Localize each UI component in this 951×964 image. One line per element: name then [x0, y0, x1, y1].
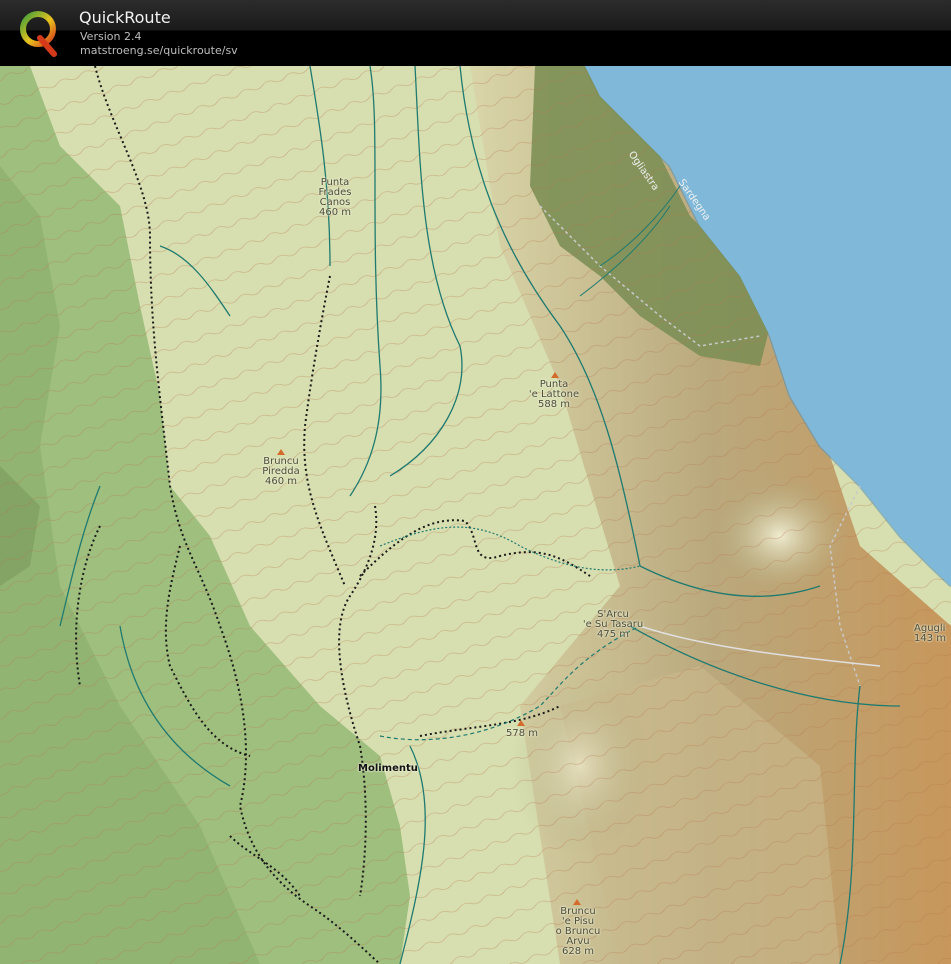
app-title: QuickRoute: [79, 8, 171, 27]
app-url[interactable]: matstroeng.se/quickroute/sv: [80, 44, 238, 57]
peak-label-578: 578 m: [505, 728, 538, 739]
peak-label-punta-frades-canos: Punta Frades Canos 460 m: [318, 177, 352, 218]
title-bar: QuickRoute Version 2.4 matstroeng.se/qui…: [0, 0, 951, 66]
place-label-molimentu: Molimentu: [358, 763, 418, 774]
peak-marker-icon: [573, 899, 581, 905]
app-version: Version 2.4: [80, 30, 142, 43]
map-view[interactable]: Punta Frades Canos 460 m Punta 'e Latton…: [0, 66, 951, 964]
peak-marker-icon: [551, 372, 559, 378]
peak-label-agugli: Agugli 143 m: [914, 623, 947, 644]
map-canvas[interactable]: [0, 66, 951, 964]
peak-marker-icon: [517, 720, 525, 726]
peak-marker-icon: [277, 449, 285, 455]
quickroute-logo-icon: [20, 11, 57, 57]
peak-label-punta-e-lattone: Punta 'e Lattone 588 m: [528, 379, 580, 410]
peak-label-bruncu-piredda: Bruncu Piredda 460 m: [262, 456, 300, 487]
peak-label-bruncu-e-pisu: Bruncu 'e Pisu o Bruncu Arvu 628 m: [555, 906, 601, 957]
peak-label-s-arcu-e-su-tasaru: S'Arcu 'e Su Tasaru 475 m: [582, 609, 644, 640]
